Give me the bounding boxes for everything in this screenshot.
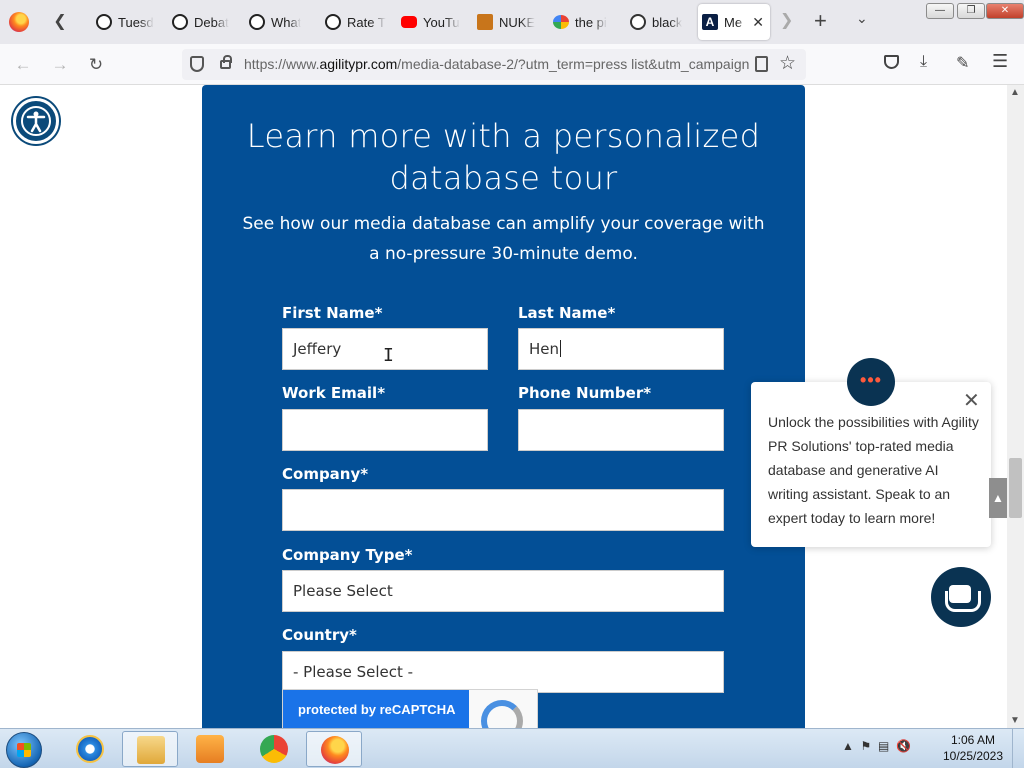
tab-rate[interactable]: Rate T xyxy=(321,6,387,38)
taskbar-firefox[interactable] xyxy=(306,731,362,767)
first-name-label: First Name* xyxy=(282,304,383,322)
back-button[interactable]: ← xyxy=(10,52,36,78)
tab-strip: ❮ Tuesd Debat What Rate T YouTu NUKE the… xyxy=(0,0,1024,44)
bookmark-star-icon[interactable]: ☆ xyxy=(779,52,796,75)
scroll-to-top-button[interactable]: ▲ xyxy=(989,478,1007,518)
clock-date: 10/25/2023 xyxy=(942,749,1004,763)
web-icon xyxy=(325,14,341,30)
start-button[interactable] xyxy=(6,732,42,768)
navigation-toolbar: ← → ↻ https://www.agilitypr.com/media-da… xyxy=(0,44,1024,85)
window-close-button[interactable]: ✕ xyxy=(986,3,1024,19)
tab-what[interactable]: What xyxy=(245,6,311,38)
tab-youtube[interactable]: YouTu xyxy=(397,6,463,38)
last-name-input[interactable]: Hen xyxy=(518,328,724,370)
accessibility-button[interactable] xyxy=(13,98,59,144)
taskbar-internet-explorer[interactable] xyxy=(62,731,118,767)
page-subtitle: See how our media database can amplify y… xyxy=(242,214,765,264)
tracking-protection-shield-icon[interactable] xyxy=(190,56,204,72)
text-cursor-icon: I xyxy=(383,345,394,366)
system-tray-icons[interactable]: ▲ ⚑ ▤ 🔇 xyxy=(842,739,911,753)
chrome-icon xyxy=(260,735,288,763)
nuke-icon xyxy=(477,14,493,30)
minimize-button[interactable]: — xyxy=(926,3,954,19)
tab-debat[interactable]: Debat xyxy=(168,6,234,38)
chat-agent-avatar[interactable]: ••• xyxy=(847,358,895,406)
windows-taskbar: ▲ ⚑ ▤ 🔇 1:06 AM 10/25/2023 xyxy=(0,728,1024,768)
company-label: Company* xyxy=(282,465,369,483)
reload-button[interactable]: ↻ xyxy=(83,52,109,78)
work-email-input[interactable] xyxy=(282,409,488,451)
new-tab-button[interactable]: + xyxy=(814,8,827,34)
recaptcha-icon xyxy=(481,700,523,728)
scrollbar-thumb[interactable] xyxy=(1009,458,1022,518)
extensions-icon[interactable]: ✎ xyxy=(956,53,969,73)
company-input[interactable] xyxy=(282,489,724,531)
page-title: Learn more with a personalized database … xyxy=(246,117,761,197)
company-type-select[interactable]: Please Select xyxy=(282,570,724,612)
phone-number-input[interactable] xyxy=(518,409,724,451)
demo-form-panel: Learn more with a personalized database … xyxy=(202,85,805,728)
chat-popup[interactable]: ✕ Unlock the possibilities with Agility … xyxy=(751,382,991,547)
text-caret xyxy=(560,340,562,357)
page-scrollbar[interactable]: ▲ ▼ xyxy=(1007,85,1024,728)
tab-google-search[interactable]: the pi xyxy=(549,6,619,38)
tab-black[interactable]: black xyxy=(626,6,692,38)
work-email-label: Work Email* xyxy=(282,384,386,402)
country-label: Country* xyxy=(282,626,357,644)
close-tab-icon[interactable]: ✕ xyxy=(752,14,764,31)
downloads-icon[interactable]: ⤓ xyxy=(920,53,927,71)
lock-icon[interactable] xyxy=(220,55,232,69)
taskbar-chrome[interactable] xyxy=(246,731,302,767)
tab-nuke[interactable]: NUKE xyxy=(473,6,539,38)
recaptcha-badge[interactable]: protected by reCAPTCHA xyxy=(282,689,538,728)
web-icon xyxy=(172,14,188,30)
app-menu-icon[interactable]: ☰ xyxy=(992,51,1008,72)
tab-tuesd[interactable]: Tuesd xyxy=(92,6,158,38)
folder-icon xyxy=(137,736,165,764)
google-icon xyxy=(553,15,569,29)
pocket-icon[interactable] xyxy=(884,55,899,69)
url-text[interactable]: https://www.agilitypr.com/media-database… xyxy=(244,56,749,72)
youtube-icon xyxy=(401,16,417,28)
company-type-label: Company Type* xyxy=(282,546,413,564)
web-icon xyxy=(249,14,265,30)
internet-explorer-icon xyxy=(76,735,104,763)
scroll-down-arrow-icon[interactable]: ▼ xyxy=(1010,715,1020,726)
globe-icon xyxy=(630,14,646,30)
web-icon xyxy=(96,14,112,30)
tab-media-database[interactable]: A Me ✕ xyxy=(698,4,770,40)
accessibility-icon xyxy=(21,106,51,136)
list-all-tabs-button[interactable]: ⌄ xyxy=(856,10,868,27)
show-desktop-button[interactable] xyxy=(1012,729,1024,768)
taskbar-media-player[interactable] xyxy=(182,731,238,767)
url-bar[interactable]: https://www.agilitypr.com/media-database… xyxy=(182,49,806,80)
country-select[interactable]: - Please Select - xyxy=(282,651,724,693)
clock-time: 1:06 AM xyxy=(950,733,996,747)
scroll-up-arrow-icon[interactable]: ▲ xyxy=(1010,87,1020,98)
taskbar-clock[interactable]: 1:06 AM 10/25/2023 xyxy=(938,732,1008,764)
agility-icon: A xyxy=(702,14,718,30)
restore-button[interactable]: ❐ xyxy=(957,3,985,19)
phone-number-label: Phone Number* xyxy=(518,384,652,402)
reader-view-icon[interactable] xyxy=(755,56,768,72)
taskbar-file-explorer[interactable] xyxy=(122,731,178,767)
chat-message: Unlock the possibilities with Agility PR… xyxy=(768,414,979,526)
chat-launcher-icon[interactable] xyxy=(931,567,991,627)
last-name-label: Last Name* xyxy=(518,304,616,322)
forward-button[interactable]: → xyxy=(47,52,73,78)
firefox-icon xyxy=(321,736,349,764)
media-player-icon xyxy=(196,735,224,763)
tab-scroll-left-button[interactable]: ❮ xyxy=(48,10,72,34)
recaptcha-label: protected by reCAPTCHA xyxy=(283,690,469,728)
firefox-menu-icon[interactable] xyxy=(9,12,29,32)
tab-scroll-right-button[interactable]: ❯ xyxy=(780,10,793,30)
